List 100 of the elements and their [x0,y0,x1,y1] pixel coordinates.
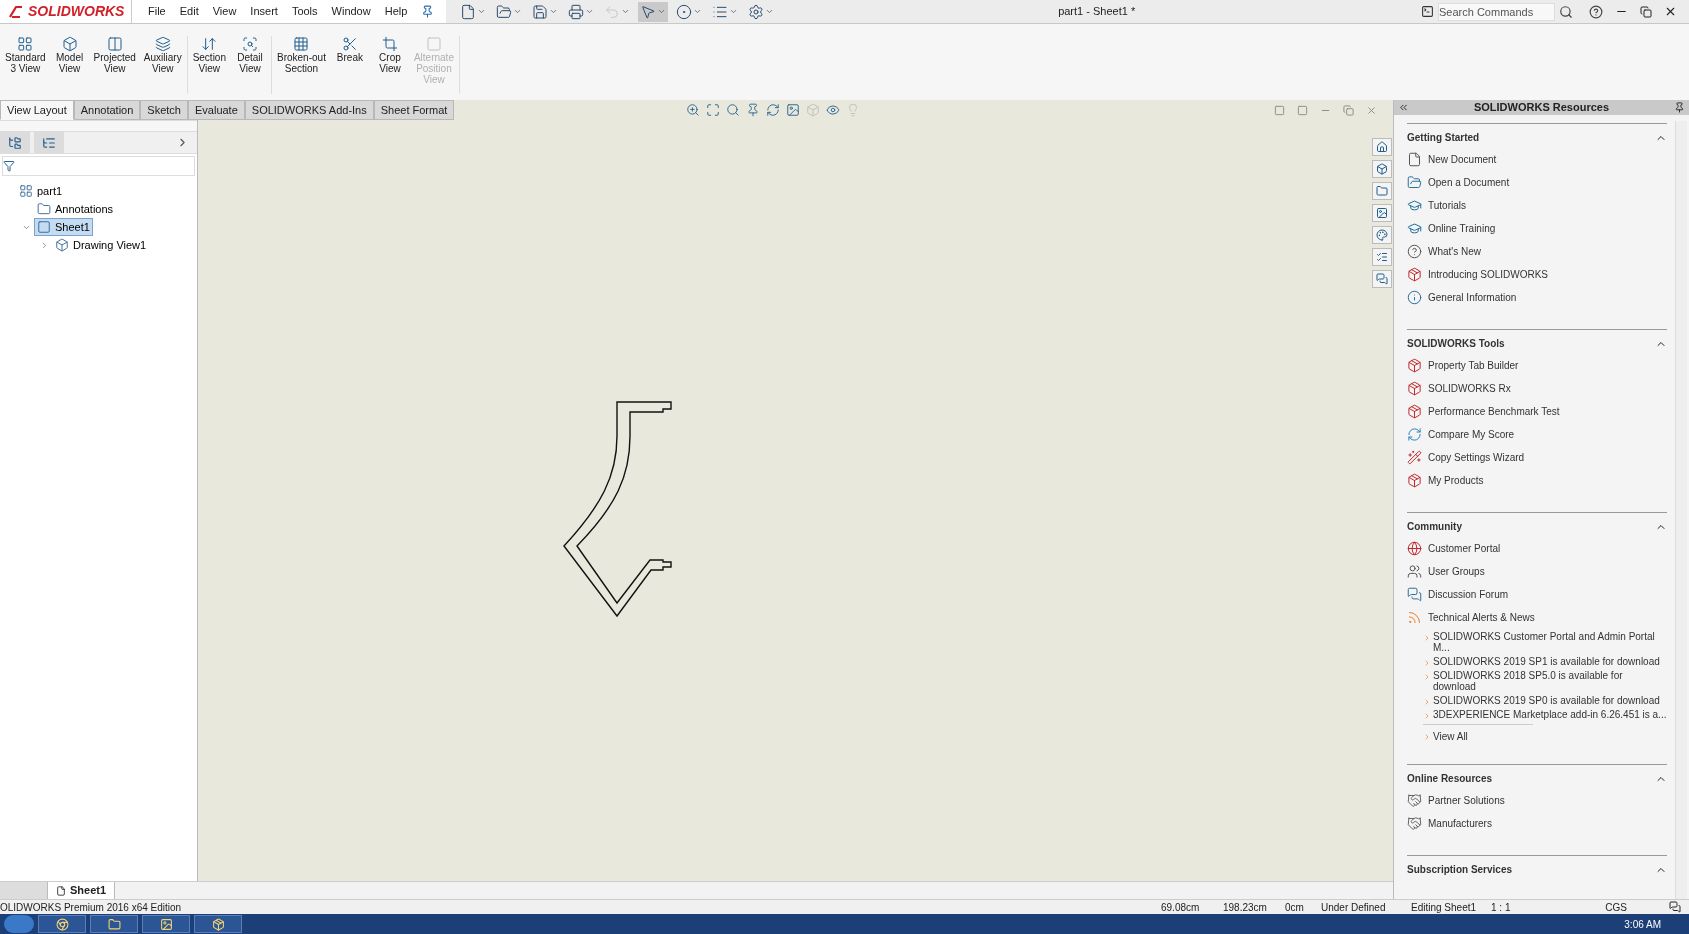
menu-item[interactable]: Help [384,3,408,20]
view-toolbar-icon[interactable] [726,103,740,117]
task-pane-tab[interactable] [1372,160,1392,178]
resource-link[interactable]: Partner Solutions [1428,793,1505,808]
resource-link[interactable]: Property Tab Builder [1428,358,1519,373]
resource-link[interactable]: My Products [1428,473,1484,488]
task-pane-tab[interactable] [1372,248,1392,266]
resource-link[interactable]: SOLIDWORKS Rx [1428,381,1511,396]
tab[interactable]: Evaluate [188,100,245,120]
taskbar-app[interactable] [90,915,138,933]
collapse-icon[interactable] [1398,102,1409,113]
toolbar-button[interactable] [638,1,669,22]
tree-item[interactable]: Annotations [34,199,117,219]
document-icon [1407,152,1422,167]
view-toolbar-icon[interactable] [786,103,800,117]
resource-link[interactable]: Introducing SOLIDWORKS [1428,267,1549,282]
tree-item[interactable]: Sheet1 [34,217,93,237]
news-link[interactable]: SOLIDWORKS 2019 SP0 is available for download [1433,695,1660,706]
task-pane-tab[interactable] [1372,138,1392,156]
pin-icon[interactable] [421,5,435,18]
menu-item[interactable]: Edit [179,3,199,20]
pin-icon[interactable] [1674,102,1685,113]
resource-link[interactable]: Online Training [1428,221,1496,236]
menu-item[interactable]: Insert [250,3,278,20]
feature-tree-tab[interactable] [0,132,30,153]
resource-link[interactable]: Tutorials [1428,198,1466,213]
ribbon-button[interactable]: Standard 3 View [2,36,49,74]
news-link[interactable]: SOLIDWORKS 2018 SP5.0 is available for download [1433,670,1667,692]
status-text: 198.23cm [1223,900,1268,915]
task-pane-tab[interactable] [1372,182,1392,200]
caret-icon [477,7,487,16]
taskbar-app[interactable] [194,915,242,933]
news-link[interactable]: SOLIDWORKS Customer Portal and Admin Portal M... [1433,631,1667,653]
ribbon-button[interactable]: Auxiliary View [140,36,185,74]
scrollbar[interactable] [1675,121,1687,899]
ribbon-button[interactable]: Projected View [90,36,139,74]
resource-link[interactable]: Customer Portal [1428,541,1501,556]
news-link[interactable]: 3DEXPERIENCE Marketplace add-in 6.26.451 is a... [1433,709,1667,720]
tree-item[interactable]: Drawing View1 [52,235,150,255]
view-toolbar-icon[interactable] [746,103,760,117]
tile-icon[interactable] [1274,104,1285,116]
resource-link[interactable]: Performance Benchmark Test [1428,404,1560,419]
package-icon [1407,381,1422,396]
view-toolbar-icon[interactable] [686,103,700,117]
property-tab[interactable] [34,132,64,153]
resource-link[interactable]: New Document [1428,152,1497,167]
scale-selector[interactable]: 1 : 1 [1491,899,1571,915]
sheet-tab[interactable]: Sheet1 [47,882,116,899]
news-link[interactable]: SOLIDWORKS 2019 SP1 is available for download [1433,656,1660,667]
menu-item[interactable]: Window [331,3,371,20]
view-toolbar-icon[interactable] [766,103,780,117]
package-icon [1407,404,1422,419]
tree-item[interactable]: part1 [16,181,66,201]
start-button[interactable] [4,915,34,933]
detail-view-icon [242,36,258,52]
resource-link[interactable]: Manufacturers [1428,816,1492,831]
resource-link[interactable]: General Information [1428,290,1517,305]
search-field[interactable]: Search Commands [1438,2,1555,21]
caret-icon [621,7,631,16]
close-icon[interactable] [1664,5,1677,18]
resource-link[interactable]: User Groups [1428,564,1485,579]
units-selector[interactable]: CGS [1571,899,1661,915]
resource-link[interactable]: Technical Alerts & News [1428,610,1535,625]
view-all-link[interactable]: View All [1433,729,1468,744]
task-pane-tab[interactable] [1372,226,1392,244]
menu-item[interactable]: Tools [291,3,318,20]
tile-icon[interactable] [1297,104,1308,116]
ribbon-button[interactable]: Broken-out Section [274,36,329,74]
tab[interactable]: Sheet Format [373,100,455,120]
crop-view-icon [381,36,398,52]
caret-icon [657,7,667,16]
menu-item[interactable]: File [148,3,166,20]
task-pane-tab[interactable] [1372,204,1392,222]
view-toolbar-icon[interactable] [826,103,840,117]
resource-link[interactable]: What's New [1428,244,1482,259]
tab[interactable]: Sketch [140,100,188,120]
resource-link[interactable]: Discussion Forum [1428,587,1509,602]
panel-title: SOLIDWORKS Resources [1472,100,1611,116]
resource-link[interactable]: Copy Settings Wizard [1428,450,1525,465]
projected-view-icon [106,36,123,52]
taskbar-app[interactable] [142,915,190,933]
resource-link[interactable]: Open a Document [1428,175,1510,190]
resource-link[interactable]: Compare My Score [1428,427,1515,442]
ribbon-button[interactable]: Detail View [231,36,269,74]
menu-item[interactable]: View [212,3,237,20]
tab[interactable]: SOLIDWORKS Add-Ins [244,100,374,120]
task-pane-tab[interactable] [1372,270,1392,288]
ribbon-button[interactable]: Model View [50,36,89,74]
taskbar-app[interactable] [38,915,86,933]
help-icon[interactable] [1589,4,1603,19]
restore-icon[interactable] [1640,5,1652,18]
tab[interactable]: View Layout [0,100,74,120]
ribbon-button[interactable]: Section View [189,36,229,74]
tree-icon [8,135,22,150]
ribbon-button[interactable]: Crop View [370,36,409,74]
filter-field[interactable] [2,156,195,176]
chat-icon[interactable] [1669,901,1681,913]
ribbon-button[interactable]: Break [330,36,369,63]
tab[interactable]: Annotation [73,100,141,120]
view-toolbar-icon[interactable] [706,103,720,117]
